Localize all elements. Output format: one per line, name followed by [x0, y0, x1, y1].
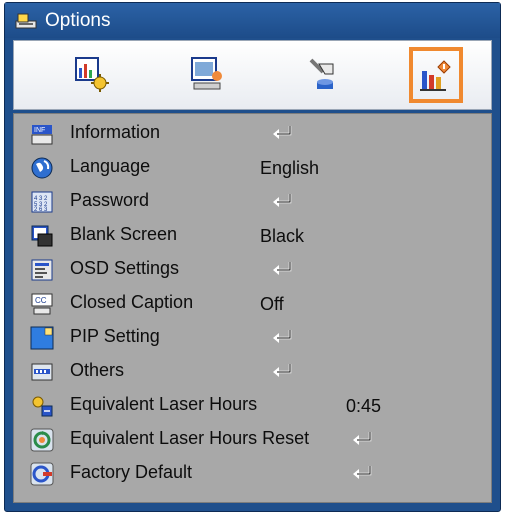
menu-item-label: OSD Settings: [70, 258, 180, 278]
closed-caption-value: Off: [260, 294, 284, 314]
image-settings-icon: [75, 57, 109, 92]
language-globe-icon: [30, 156, 54, 180]
tab-display[interactable]: [182, 48, 234, 100]
factory-default-icon: [30, 462, 54, 486]
menu-item-pip-setting[interactable]: PIP Setting: [14, 322, 491, 354]
svg-text:2 6 3: 2 6 3: [34, 207, 48, 213]
language-value: English: [260, 158, 320, 178]
blank-screen-icon: [30, 224, 54, 248]
menu-item-information[interactable]: INF Information: [14, 118, 491, 150]
tab-options[interactable]: [409, 47, 463, 103]
menu-item-label: Blank Screen: [70, 224, 178, 244]
tab-setup[interactable]: [297, 48, 349, 100]
password-keypad-icon: 4 3 25 3 22 6 3: [30, 190, 54, 214]
tab-bar: [13, 40, 492, 110]
pip-setting-icon: [30, 326, 54, 350]
menu-item-equivalent-laser-hours[interactable]: Equivalent Laser Hours 0:45: [14, 390, 491, 422]
options-window: Options INF Information Language English…: [4, 2, 501, 512]
closed-caption-icon: CC: [30, 292, 54, 316]
others-icon: [30, 360, 54, 384]
window-title: Options: [45, 9, 111, 31]
laser-hours-icon: [30, 394, 54, 418]
laser-reset-icon: [30, 428, 54, 452]
svg-text:CC: CC: [35, 296, 47, 305]
options-menu: INF Information Language English 4 3 25 …: [13, 113, 492, 503]
tab-image[interactable]: [66, 48, 118, 100]
information-icon: INF: [30, 122, 54, 146]
svg-text:INF: INF: [34, 127, 45, 134]
menu-item-closed-caption[interactable]: CC Closed Caption Off: [14, 288, 491, 320]
menu-item-others[interactable]: Others: [14, 356, 491, 388]
enter-icon: [272, 261, 294, 277]
menu-item-language[interactable]: Language English: [14, 152, 491, 184]
options-info-icon: [420, 60, 451, 91]
menu-item-label: Closed Caption: [70, 292, 194, 312]
menu-item-osd-settings[interactable]: OSD Settings: [14, 254, 491, 286]
menu-item-label: Others: [70, 360, 125, 380]
enter-icon: [352, 431, 374, 447]
menu-item-label: Language: [70, 156, 151, 176]
menu-item-label: Password: [70, 190, 150, 210]
laser-hours-value: 0:45: [346, 396, 382, 416]
menu-item-label: Equivalent Laser Hours Reset: [70, 428, 310, 448]
display-settings-icon: [191, 57, 222, 90]
menu-item-label: Factory Default: [70, 462, 193, 482]
options-title-icon: [15, 12, 37, 30]
enter-icon: [272, 363, 294, 379]
menu-item-label: Equivalent Laser Hours: [70, 394, 258, 414]
menu-item-factory-default[interactable]: Factory Default: [14, 458, 491, 490]
enter-icon: [272, 125, 294, 141]
title-bar: Options: [5, 3, 500, 38]
menu-item-label: Information: [70, 122, 161, 142]
osd-settings-icon: [30, 258, 54, 282]
menu-item-label: PIP Setting: [70, 326, 160, 346]
enter-icon: [272, 193, 294, 209]
menu-item-blank-screen[interactable]: Blank Screen Black: [14, 220, 491, 252]
enter-icon: [272, 329, 294, 345]
menu-item-equivalent-laser-hours-reset[interactable]: Equivalent Laser Hours Reset: [14, 424, 491, 456]
menu-item-password[interactable]: 4 3 25 3 22 6 3 Password: [14, 186, 491, 218]
blank-screen-value: Black: [260, 226, 305, 246]
setup-tools-icon: [309, 58, 334, 89]
enter-icon: [352, 465, 374, 481]
